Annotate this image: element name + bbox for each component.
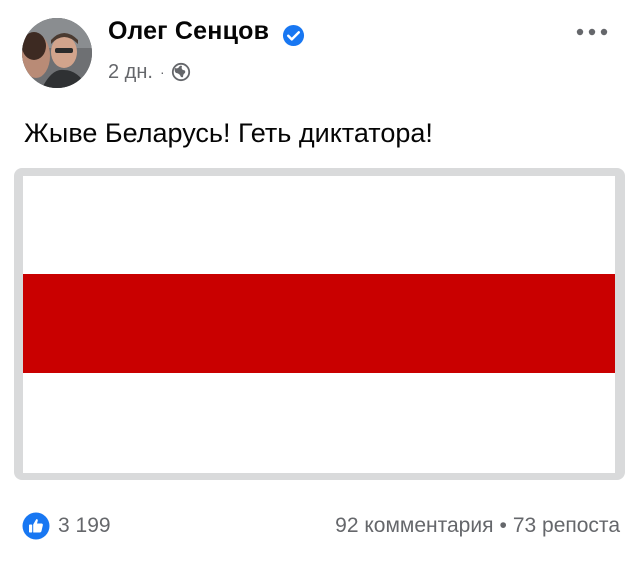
post-card: Олег Сенцов 2 дн. · Жыве Беларусь! Геть … [0, 0, 640, 564]
meta-separator: · [159, 64, 165, 80]
verified-badge-icon [282, 24, 305, 47]
flag-red-stripe [23, 274, 615, 373]
avatar-image [22, 18, 92, 88]
belarus-flag-image[interactable] [23, 176, 615, 473]
reaction-count[interactable]: 3 199 [58, 512, 111, 540]
post-text: Жыве Беларусь! Геть диктатора! [24, 118, 433, 148]
more-options-icon[interactable] [574, 26, 610, 38]
stats-separator: • [499, 514, 507, 537]
author-name[interactable]: Олег Сенцов [108, 17, 269, 46]
globe-icon[interactable] [171, 62, 191, 82]
like-icon[interactable] [22, 512, 50, 540]
flag-top-white-stripe [23, 176, 615, 274]
post-meta: 2 дн. · [108, 60, 191, 84]
flag-bottom-white-stripe [23, 373, 615, 473]
post-timestamp[interactable]: 2 дн. [108, 61, 153, 84]
comments-count[interactable]: 92 комментария [335, 514, 493, 537]
engagement-stats: 92 комментария • 73 репоста [335, 512, 620, 540]
avatar[interactable] [22, 18, 92, 88]
shares-count[interactable]: 73 репоста [513, 514, 620, 537]
